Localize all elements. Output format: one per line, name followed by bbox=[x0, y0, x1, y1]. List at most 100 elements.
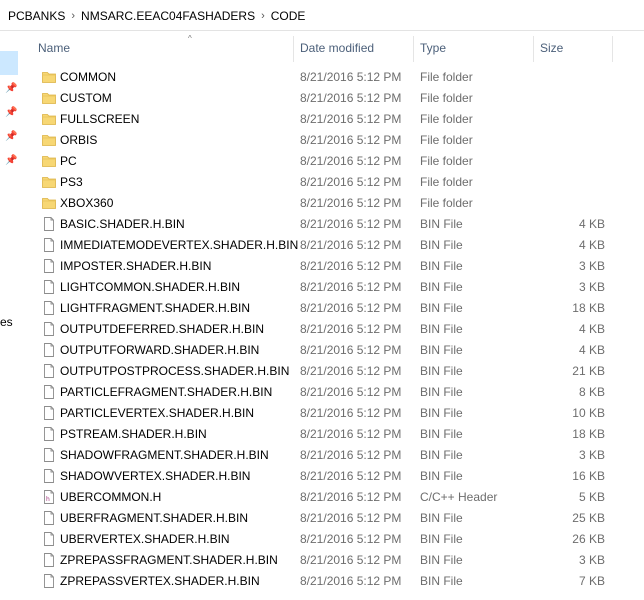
file-type: BIN File bbox=[420, 511, 463, 525]
pin-icon[interactable]: 📌 bbox=[5, 132, 17, 142]
file-icon bbox=[42, 217, 56, 231]
file-name: COMMON bbox=[60, 70, 116, 84]
nav-item-label[interactable]: es bbox=[0, 315, 13, 329]
file-row[interactable]: FULLSCREEN 8/21/2016 5:12 PM File folder bbox=[30, 109, 644, 130]
file-icon bbox=[42, 364, 56, 378]
file-name: OUTPUTPOSTPROCESS.SHADER.H.BIN bbox=[60, 364, 290, 378]
file-row[interactable]: PARTICLEFRAGMENT.SHADER.H.BIN 8/21/2016 5… bbox=[30, 382, 644, 403]
file-icon bbox=[42, 343, 56, 357]
folder-icon bbox=[42, 175, 56, 189]
pin-icon[interactable]: 📌 bbox=[5, 84, 17, 94]
file-row[interactable]: SHADOWVERTEX.SHADER.H.BIN 8/21/2016 5:12 … bbox=[30, 466, 644, 487]
chevron-right-icon[interactable]: › bbox=[259, 10, 267, 22]
file-size bbox=[535, 88, 605, 109]
pin-icon[interactable]: 📌 bbox=[5, 108, 17, 118]
column-header-date-label: Date modified bbox=[300, 41, 375, 55]
file-type: File folder bbox=[420, 175, 473, 189]
file-row[interactable]: IMMEDIATEMODEVERTEX.SHADER.H.BIN 8/21/201… bbox=[30, 235, 644, 256]
file-row[interactable]: LIGHTFRAGMENT.SHADER.H.BIN 8/21/2016 5:12… bbox=[30, 298, 644, 319]
file-row[interactable]: XBOX360 8/21/2016 5:12 PM File folder bbox=[30, 193, 644, 214]
file-name: UBERFRAGMENT.SHADER.H.BIN bbox=[60, 511, 249, 525]
breadcrumb-item-pcbanks[interactable]: PCBANKS bbox=[0, 9, 69, 23]
file-row[interactable]: CUSTOM 8/21/2016 5:12 PM File folder bbox=[30, 88, 644, 109]
file-size: 21 KB bbox=[572, 364, 605, 378]
column-divider[interactable] bbox=[533, 36, 534, 62]
file-row[interactable]: PC 8/21/2016 5:12 PM File folder bbox=[30, 151, 644, 172]
file-date-modified: 8/21/2016 5:12 PM bbox=[300, 70, 402, 84]
file-size bbox=[535, 151, 605, 172]
file-size bbox=[535, 172, 605, 193]
file-date-modified: 8/21/2016 5:12 PM bbox=[300, 280, 402, 294]
file-date-modified: 8/21/2016 5:12 PM bbox=[300, 364, 402, 378]
file-size: 3 KB bbox=[578, 448, 605, 462]
file-size: 3 KB bbox=[578, 259, 605, 273]
file-size: 4 KB bbox=[578, 343, 605, 357]
file-row[interactable]: OUTPUTFORWARD.SHADER.H.BIN 8/21/2016 5:12… bbox=[30, 340, 644, 361]
file-row[interactable]: PSTREAM.SHADER.H.BIN 8/21/2016 5:12 PM BIN… bbox=[30, 424, 644, 445]
file-date-modified: 8/21/2016 5:12 PM bbox=[300, 133, 402, 147]
file-row[interactable]: h UBERCOMMON.H 8/21/2016 5:12 PM C/C++ Head… bbox=[30, 487, 644, 508]
file-size: 4 KB bbox=[578, 238, 605, 252]
column-divider[interactable] bbox=[413, 36, 414, 62]
column-header-size[interactable]: Size bbox=[540, 32, 610, 64]
file-row[interactable]: PARTICLEVERTEX.SHADER.H.BIN 8/21/2016 5:1… bbox=[30, 403, 644, 424]
file-name: PSTREAM.SHADER.H.BIN bbox=[60, 427, 207, 441]
file-name: PC bbox=[60, 154, 77, 168]
file-icon bbox=[42, 385, 56, 399]
file-type: BIN File bbox=[420, 574, 463, 588]
file-row[interactable]: SHADOWFRAGMENT.SHADER.H.BIN 8/21/2016 5:1… bbox=[30, 445, 644, 466]
column-header-date[interactable]: Date modified bbox=[300, 32, 410, 64]
file-date-modified: 8/21/2016 5:12 PM bbox=[300, 511, 402, 525]
column-header-name[interactable]: Name bbox=[38, 32, 288, 64]
column-divider[interactable] bbox=[612, 36, 613, 62]
file-size: 26 KB bbox=[572, 532, 605, 546]
column-header-row: Name ^ Date modified Type Size bbox=[30, 32, 644, 64]
chevron-right-icon[interactable]: › bbox=[69, 10, 77, 22]
file-row[interactable]: ZPREPASSVERTEX.SHADER.H.BIN 8/21/2016 5:1… bbox=[30, 571, 644, 592]
pin-icon[interactable]: 📌 bbox=[5, 156, 17, 166]
folder-icon bbox=[42, 70, 56, 84]
file-name: LIGHTFRAGMENT.SHADER.H.BIN bbox=[60, 301, 251, 315]
nav-selected-item[interactable] bbox=[0, 51, 18, 75]
file-date-modified: 8/21/2016 5:12 PM bbox=[300, 427, 402, 441]
file-row[interactable]: BASIC.SHADER.H.BIN 8/21/2016 5:12 PM BIN F… bbox=[30, 214, 644, 235]
file-row[interactable]: LIGHTCOMMON.SHADER.H.BIN 8/21/2016 5:12 P… bbox=[30, 277, 644, 298]
file-row[interactable]: COMMON 8/21/2016 5:12 PM File folder bbox=[30, 67, 644, 88]
file-list: COMMON 8/21/2016 5:12 PM File folder CUSTOM… bbox=[30, 67, 644, 592]
file-row[interactable]: OUTPUTDEFERRED.SHADER.H.BIN 8/21/2016 5:1… bbox=[30, 319, 644, 340]
column-header-type-label: Type bbox=[420, 41, 447, 55]
file-type: BIN File bbox=[420, 364, 463, 378]
column-divider[interactable] bbox=[293, 36, 294, 62]
file-size: 3 KB bbox=[578, 280, 605, 294]
file-icon bbox=[42, 406, 56, 420]
file-row[interactable]: UBERVERTEX.SHADER.H.BIN 8/21/2016 5:12 PM… bbox=[30, 529, 644, 550]
file-type: BIN File bbox=[420, 532, 463, 546]
file-size bbox=[535, 109, 605, 130]
file-row[interactable]: ORBIS 8/21/2016 5:12 PM File folder bbox=[30, 130, 644, 151]
file-date-modified: 8/21/2016 5:12 PM bbox=[300, 217, 402, 231]
file-icon bbox=[42, 469, 56, 483]
file-row[interactable]: ZPREPASSFRAGMENT.SHADER.H.BIN 8/21/2016 5… bbox=[30, 550, 644, 571]
file-row[interactable]: OUTPUTPOSTPROCESS.SHADER.H.BIN 8/21/2016 … bbox=[30, 361, 644, 382]
file-date-modified: 8/21/2016 5:12 PM bbox=[300, 259, 402, 273]
file-icon bbox=[42, 238, 56, 252]
file-type: BIN File bbox=[420, 301, 463, 315]
file-name: ZPREPASSFRAGMENT.SHADER.H.BIN bbox=[60, 553, 278, 567]
file-row[interactable]: IMPOSTER.SHADER.H.BIN 8/21/2016 5:12 PM BI… bbox=[30, 256, 644, 277]
file-row[interactable]: UBERFRAGMENT.SHADER.H.BIN 8/21/2016 5:12 … bbox=[30, 508, 644, 529]
file-name: FULLSCREEN bbox=[60, 112, 140, 126]
file-type: File folder bbox=[420, 70, 473, 84]
file-row[interactable]: PS3 8/21/2016 5:12 PM File folder bbox=[30, 172, 644, 193]
column-header-type[interactable]: Type bbox=[420, 32, 520, 64]
breadcrumb: PCBANKS › NMSARC.EEAC04FASHADERS › CODE bbox=[0, 4, 644, 28]
file-name: IMPOSTER.SHADER.H.BIN bbox=[60, 259, 212, 273]
file-type: BIN File bbox=[420, 469, 463, 483]
file-date-modified: 8/21/2016 5:12 PM bbox=[300, 574, 402, 588]
breadcrumb-item-shaders[interactable]: NMSARC.EEAC04FASHADERS bbox=[77, 9, 259, 23]
file-size: 5 KB bbox=[578, 490, 605, 504]
breadcrumb-item-code[interactable]: CODE bbox=[267, 9, 310, 23]
file-type: BIN File bbox=[420, 385, 463, 399]
folder-icon bbox=[42, 91, 56, 105]
file-date-modified: 8/21/2016 5:12 PM bbox=[300, 553, 402, 567]
file-date-modified: 8/21/2016 5:12 PM bbox=[300, 343, 402, 357]
